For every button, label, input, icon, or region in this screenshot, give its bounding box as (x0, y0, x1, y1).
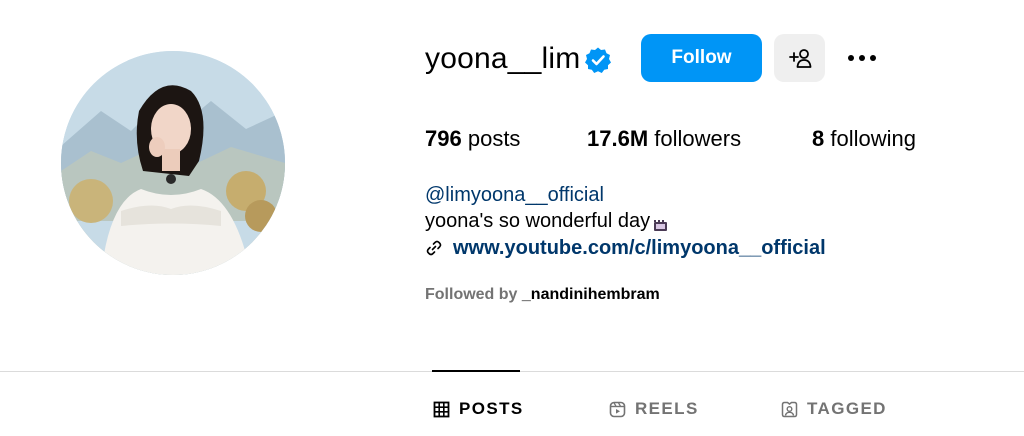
suggest-user-button[interactable] (774, 34, 825, 82)
following-label: following (830, 126, 916, 151)
website-url: www.youtube.com/c/limyoona__official (453, 237, 826, 259)
avatar-image (61, 51, 285, 275)
reels-icon (609, 401, 626, 417)
followers-count: 17.6M (587, 126, 649, 151)
tab-tagged[interactable]: TAGGED (781, 398, 887, 420)
followed-by-user: _nandinihembram (521, 286, 660, 303)
posts-count-stat: 796 posts (425, 125, 520, 153)
following-count: 8 (812, 126, 825, 151)
follow-button[interactable]: Follow (641, 34, 762, 82)
profile-page: yoona__lim Follow 796 posts 17.6M follow… (0, 0, 1024, 436)
tagged-icon (781, 401, 798, 417)
verified-badge-icon (584, 46, 612, 74)
followed-by-prefix: Followed by (425, 286, 518, 303)
tab-tagged-label: TAGGED (807, 399, 887, 418)
website-link[interactable]: www.youtube.com/c/limyoona__official (425, 235, 826, 261)
profile-username[interactable]: yoona__lim (425, 40, 580, 78)
tab-reels-label: REELS (635, 399, 699, 418)
followers-label: followers (654, 126, 742, 151)
tab-posts-label: POSTS (459, 399, 524, 418)
posts-count: 796 (425, 126, 462, 151)
profile-avatar[interactable] (61, 51, 285, 275)
grid-icon (433, 401, 450, 417)
followers-count-stat[interactable]: 17.6M followers (587, 125, 741, 153)
more-options-button[interactable] (838, 38, 886, 78)
add-user-icon (788, 49, 811, 68)
link-icon (426, 240, 442, 256)
bio-handle-link[interactable]: @limyoona__official (425, 182, 604, 208)
more-options-icon-dot (870, 55, 876, 61)
followed-by[interactable]: Followed by _nandinihembram (425, 284, 660, 306)
more-options-icon-dot (859, 55, 865, 61)
tab-posts[interactable]: POSTS (433, 398, 524, 420)
following-count-stat[interactable]: 8 following (812, 125, 916, 153)
more-options-icon (848, 55, 854, 61)
bio-text: yoona's so wonderful day (425, 210, 651, 232)
bio-text-line: yoona's so wonderful day (425, 208, 669, 234)
film-emoji-icon (653, 214, 669, 231)
active-tab-indicator (432, 370, 520, 372)
tab-reels[interactable]: REELS (609, 398, 699, 420)
posts-label: posts (467, 126, 521, 151)
